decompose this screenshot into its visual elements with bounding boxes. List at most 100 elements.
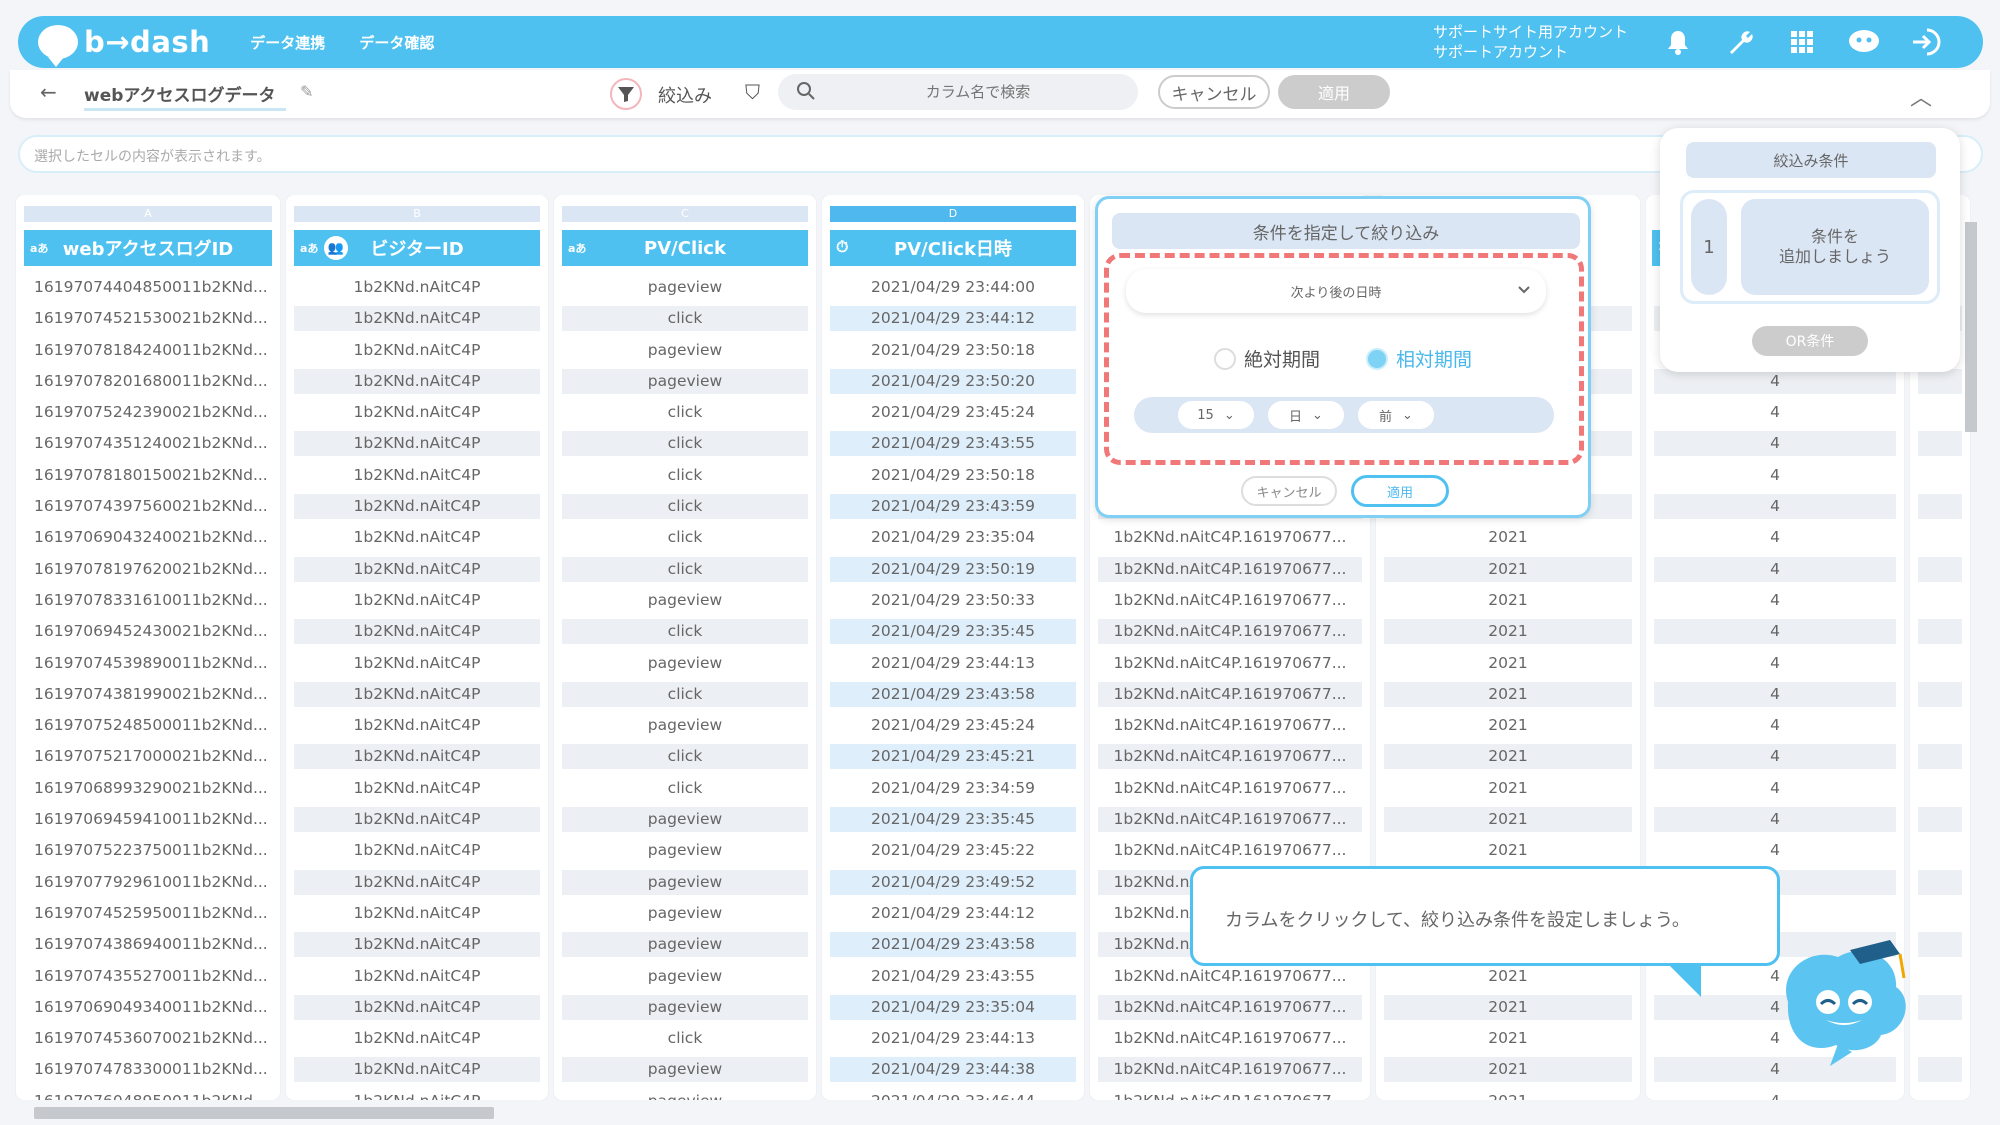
collapse-chevron-icon[interactable]: ︿ <box>1910 80 1932 112</box>
table-cell[interactable]: 1b2KNd.nAitC4P <box>294 431 540 457</box>
table-cell[interactable]: 2021 <box>1384 776 1632 801</box>
table-cell[interactable]: 2021/04/29 23:45:24 <box>830 400 1076 425</box>
table-cell[interactable]: 1b2KNd.nAitC4P <box>294 838 540 863</box>
table-cell[interactable]: 4 <box>1654 431 1896 457</box>
table-cell[interactable]: 1b2KNd.nAitC4P.161970677... <box>1098 776 1362 801</box>
table-cell[interactable]: 2021/04/29 23:44:38 <box>830 1057 1076 1083</box>
table-cell[interactable]: 1b2KNd.nAitC4P <box>294 275 540 300</box>
column-c[interactable]: C aあ PV/Click pageview click pageview pagevi… <box>554 195 816 1100</box>
table-cell[interactable]: pageview <box>562 838 808 863</box>
table-cell[interactable]: 2021 <box>1384 713 1632 738</box>
table-cell[interactable]: 1b2KNd.nAitC4P.161970677... <box>1098 1089 1362 1100</box>
table-cell[interactable]: 1b2KNd.nAitC4P.161970677... <box>1098 807 1362 833</box>
table-cell[interactable]: 2021/04/29 23:44:13 <box>830 1026 1076 1051</box>
table-cell[interactable]: 2021/04/29 23:50:18 <box>830 338 1076 363</box>
table-cell[interactable]: 1b2KNd.nAitC4P <box>294 463 540 488</box>
table-cell[interactable]: 16197075223750011b2KNd... <box>24 838 272 863</box>
table-cell[interactable]: 1b2KNd.nAitC4P.161970677... <box>1098 713 1362 738</box>
nav-data-check[interactable]: データ確認 <box>359 32 434 53</box>
table-cell[interactable]: 2021 <box>1384 964 1632 989</box>
table-cell[interactable]: 2021/04/29 23:50:33 <box>830 588 1076 613</box>
mascot-chat-icon[interactable] <box>1847 25 1881 59</box>
table-cell[interactable]: 2021 <box>1384 994 1632 1020</box>
table-cell[interactable]: 2021 <box>1384 838 1632 863</box>
table-cell[interactable]: 16197068993290021b2KNd... <box>24 776 272 801</box>
table-cell[interactable]: 16197074381990021b2KNd... <box>24 682 272 707</box>
table-cell[interactable] <box>1918 1057 1962 1083</box>
table-cell[interactable]: 2021 <box>1384 651 1632 676</box>
table-cell[interactable] <box>1918 619 1962 645</box>
table-cell[interactable] <box>1918 807 1962 833</box>
table-cell[interactable]: 1b2KNd.nAitC4P.161970677... <box>1098 681 1362 707</box>
vertical-scrollbar[interactable] <box>1962 192 1978 1102</box>
table-cell[interactable]: 16197069452430021b2KNd... <box>24 619 272 644</box>
table-cell[interactable]: 2021/04/29 23:43:55 <box>830 431 1076 457</box>
table-cell[interactable]: pageview <box>562 964 808 989</box>
table-cell[interactable] <box>1918 932 1962 958</box>
direction-select[interactable]: 前 ⌄ <box>1358 401 1434 429</box>
table-cell[interactable]: 16197075217000021b2KNd... <box>24 744 272 769</box>
table-cell[interactable]: click <box>562 744 808 770</box>
table-cell[interactable] <box>1918 588 1962 613</box>
back-arrow-icon[interactable]: ← <box>40 80 57 104</box>
or-condition-button[interactable]: OR条件 <box>1752 326 1868 356</box>
table-cell[interactable]: 16197074521530021b2KNd... <box>24 306 272 331</box>
table-cell[interactable]: 2021 <box>1384 807 1632 833</box>
column-b[interactable]: B aあ 👥 ビジターID 1b2KNd.nAitC4P 1b2KNd.nAitC4P… <box>286 195 548 1100</box>
table-cell[interactable] <box>1918 1089 1962 1100</box>
table-cell[interactable]: 1b2KNd.nAitC4P <box>294 368 540 394</box>
table-cell[interactable] <box>1918 838 1962 863</box>
table-cell[interactable]: 2021/04/29 23:44:12 <box>830 901 1076 926</box>
table-cell[interactable]: 4 <box>1654 744 1896 770</box>
table-cell[interactable]: 1b2KNd.nAitC4P.161970677... <box>1098 1057 1362 1083</box>
table-cell[interactable]: 1b2KNd.nAitC4P <box>294 400 540 425</box>
table-cell[interactable]: 4 <box>1654 619 1896 645</box>
table-cell[interactable]: pageview <box>562 994 808 1020</box>
table-cell[interactable] <box>1918 994 1962 1020</box>
scroll-thumb[interactable] <box>34 1107 494 1119</box>
number-select[interactable]: 15 ⌄ <box>1178 401 1254 429</box>
column-search[interactable] <box>778 74 1138 110</box>
radio-absolute[interactable]: 絶対期間 <box>1214 345 1320 372</box>
table-cell[interactable]: 1b2KNd.nAitC4P.161970677... <box>1098 619 1362 645</box>
table-cell[interactable] <box>1918 463 1962 488</box>
table-cell[interactable]: pageview <box>562 713 808 738</box>
table-cell[interactable]: 2021/04/29 23:50:20 <box>830 368 1076 394</box>
table-cell[interactable]: 1b2KNd.nAitC4P <box>294 1089 540 1100</box>
table-cell[interactable]: 4 <box>1654 400 1896 425</box>
table-cell[interactable]: 16197074783300011b2KNd... <box>24 1057 272 1082</box>
grid-apps-icon[interactable] <box>1785 25 1819 59</box>
table-cell[interactable]: 1b2KNd.nAitC4P.161970677... <box>1098 838 1362 863</box>
table-cell[interactable]: 2021 <box>1384 744 1632 770</box>
table-cell[interactable]: 2021 <box>1384 588 1632 613</box>
table-cell[interactable]: 16197069049340011b2KNd... <box>24 995 272 1020</box>
table-cell[interactable]: 16197074404850011b2KNd... <box>24 275 272 300</box>
table-cell[interactable]: 16197078184240011b2KNd... <box>24 338 272 363</box>
table-cell[interactable]: 1b2KNd.nAitC4P.161970677... <box>1098 556 1362 582</box>
horizontal-scrollbar[interactable] <box>18 1104 1980 1120</box>
table-cell[interactable]: 2021/04/29 23:35:45 <box>830 619 1076 645</box>
table-cell[interactable]: click <box>562 494 808 520</box>
table-cell[interactable] <box>1918 494 1962 520</box>
table-cell[interactable] <box>1918 901 1962 926</box>
table-cell[interactable]: 16197074539890011b2KNd... <box>24 651 272 676</box>
table-cell[interactable]: 1b2KNd.nAitC4P <box>294 556 540 582</box>
column-header[interactable]: aあ 👥 ビジターID <box>294 230 540 266</box>
table-cell[interactable]: 2021/04/29 23:45:22 <box>830 838 1076 863</box>
table-cell[interactable]: 1b2KNd.nAitC4P.161970677... <box>1098 651 1362 676</box>
table-cell[interactable]: 1b2KNd.nAitC4P <box>294 494 540 520</box>
edit-pencil-icon[interactable]: ✎ <box>300 82 313 101</box>
filter-icon[interactable] <box>610 78 642 110</box>
table-cell[interactable]: 4 <box>1654 681 1896 707</box>
table-cell[interactable]: 16197075242390021b2KNd... <box>24 400 272 425</box>
table-cell[interactable]: click <box>562 776 808 801</box>
column-d[interactable]: D ⏱ PV/Click日時 2021/04/29 23:44:00 2021/04… <box>822 195 1084 1100</box>
logout-icon[interactable] <box>1909 25 1943 59</box>
table-cell[interactable]: 16197077929610011b2KNd... <box>24 870 272 895</box>
table-cell[interactable]: 2021/04/29 23:45:24 <box>830 713 1076 738</box>
apply-button[interactable]: 適用 <box>1278 75 1390 109</box>
table-cell[interactable]: 2021 <box>1384 681 1632 707</box>
add-condition-button[interactable]: 条件を 追加しましょう <box>1741 199 1929 295</box>
table-cell[interactable]: 1b2KNd.nAitC4P.161970677... <box>1098 994 1362 1020</box>
table-cell[interactable]: 4 <box>1654 651 1896 676</box>
